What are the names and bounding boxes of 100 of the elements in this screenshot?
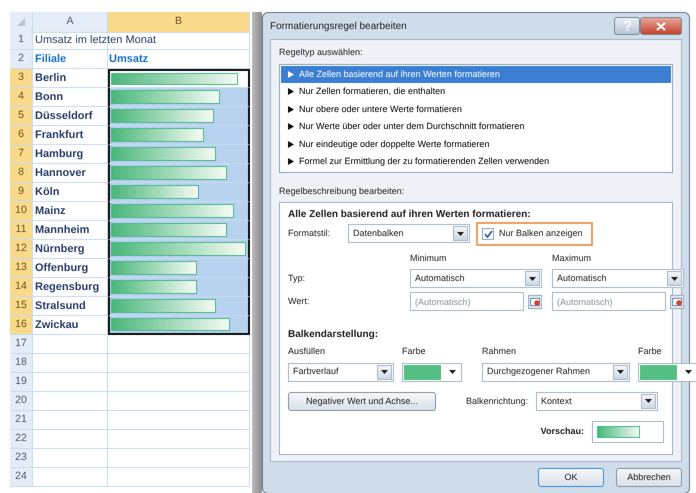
checkbox[interactable] <box>482 228 494 240</box>
row-header[interactable]: 2 <box>10 50 33 69</box>
field-label: Farbe <box>402 345 427 358</box>
caret-icon <box>645 399 652 404</box>
table-cell-text: Umsatz <box>109 52 148 67</box>
table-cell-text: Düsseldorf <box>35 108 92 124</box>
type-dropdown[interactable]: Automatisch <box>410 269 542 288</box>
table-cell-text: Mainz <box>35 204 66 219</box>
triangle-icon <box>288 106 294 113</box>
row-header[interactable]: 3 <box>10 69 33 88</box>
list-item[interactable]: Nur obere oder untere Werte formatieren <box>281 100 671 118</box>
table-cell-text: Zwickau <box>35 318 78 333</box>
preview-label: Vorschau: <box>540 425 584 438</box>
color-picker[interactable] <box>402 362 462 382</box>
table-cell-text: Offenburg <box>35 260 88 276</box>
row-header[interactable]: 24 <box>10 468 33 487</box>
triangle-icon <box>288 158 294 166</box>
cancel-button[interactable]: Abbrechen <box>616 468 682 487</box>
triangle-icon <box>288 123 294 130</box>
table-cell-text: Hamburg <box>35 146 84 162</box>
column-heading: Maximum <box>552 252 592 264</box>
caret-icon <box>381 370 388 374</box>
row-header[interactable]: 15 <box>10 297 33 316</box>
row-header[interactable]: 17 <box>10 335 33 354</box>
row-header[interactable]: 11 <box>10 221 33 240</box>
row-header[interactable]: 20 <box>10 392 33 411</box>
window-title: Formatierungsregel bearbeiten <box>270 20 407 34</box>
list-item[interactable]: Alle Zellen basierend auf ihren Werten formatieren <box>281 66 671 83</box>
caret-icon <box>617 370 624 374</box>
range-picker-icon[interactable] <box>670 294 684 310</box>
caret-icon <box>685 370 692 374</box>
close-icon <box>656 22 666 30</box>
field-label: Balkenrichtung: <box>466 394 528 408</box>
row-header[interactable]: 21 <box>10 411 33 430</box>
table-cell-text: Köln <box>35 184 60 200</box>
caret-icon <box>457 232 464 236</box>
row-header[interactable]: 22 <box>10 430 33 449</box>
caret-icon <box>529 276 536 280</box>
row-header[interactable]: 18 <box>10 354 33 373</box>
row-header[interactable]: 8 <box>10 164 33 183</box>
table-cell-text: Nürnberg <box>35 242 84 257</box>
section-heading: Alle Zellen basierend auf ihren Werten formatieren: <box>288 208 532 222</box>
row-header[interactable]: 1 <box>10 31 33 50</box>
table-cell-text: Regensburg <box>35 280 100 295</box>
field-label: Typ: <box>288 272 306 285</box>
field-label: Formatstil: <box>288 227 332 240</box>
field-label: Wert: <box>288 294 310 308</box>
row-header[interactable]: 19 <box>10 373 33 392</box>
table-cell-text: Berlin <box>35 70 66 86</box>
table-cell-text: Bonn <box>35 90 64 105</box>
column-header[interactable]: B <box>108 12 250 33</box>
row-header[interactable]: 16 <box>10 316 33 335</box>
section-heading: Balkendarstellung: <box>288 328 380 342</box>
row-header[interactable]: 5 <box>10 107 33 126</box>
checkbox-label: Nur Balken anzeigen <box>499 227 583 240</box>
table-cell-text: Mannheim <box>35 222 90 238</box>
triangle-icon <box>288 70 294 78</box>
caret-icon <box>449 370 456 374</box>
type-dropdown[interactable]: Automatisch <box>552 269 684 288</box>
row-header[interactable]: 14 <box>10 278 33 297</box>
row-header[interactable]: 9 <box>10 183 33 202</box>
list-item[interactable]: Formel zur Ermittlung der zu formatierenden Zellen verwenden <box>281 153 671 170</box>
row-header[interactable]: 7 <box>10 145 33 164</box>
fill-dropdown[interactable]: Farbverlauf <box>288 362 394 382</box>
row-header[interactable]: 12 <box>10 240 33 259</box>
ok-button[interactable]: OK <box>538 468 604 487</box>
direction-dropdown[interactable]: Kontext <box>536 392 658 411</box>
close-button[interactable] <box>640 17 682 35</box>
range-picker-icon[interactable] <box>528 294 542 310</box>
list-item[interactable]: Nur eindeutige oder doppelte Werte formatieren <box>281 136 671 153</box>
field-label: Ausfüllen <box>288 345 326 358</box>
section-label: Regeltyp auswählen: <box>279 46 364 59</box>
list-item[interactable]: Nur Zellen formatieren, die enthalten <box>281 83 671 100</box>
column-header[interactable]: A <box>33 12 108 33</box>
column-heading: Minimum <box>410 252 448 264</box>
section-label: Regelbeschreibung bearbeiten: <box>279 184 406 198</box>
border-dropdown[interactable]: Durchgezogener Rahmen <box>482 362 630 382</box>
table-cell-text: Filiale <box>35 52 66 67</box>
caret-icon <box>671 276 678 280</box>
row-header[interactable]: 6 <box>10 126 33 145</box>
field-label: Rahmen <box>482 345 518 358</box>
table-cell-text: Stralsund <box>35 298 86 314</box>
row-header[interactable]: 23 <box>10 449 33 468</box>
table-cell-text: Hannover <box>35 166 86 181</box>
row-header[interactable]: 10 <box>10 202 33 221</box>
negative-value-button[interactable]: Negativer Wert und Achse... <box>288 392 436 411</box>
list-item[interactable]: Nur Werte über oder unter dem Durchschnitt formatieren <box>281 118 671 136</box>
sheet-title: Umsatz im letzten Monat <box>35 32 156 48</box>
preview-bar <box>597 426 640 438</box>
check-icon <box>484 230 492 238</box>
select-all-icon <box>17 18 25 26</box>
triangle-icon <box>288 88 294 96</box>
color-picker[interactable] <box>638 362 696 382</box>
row-header[interactable]: 13 <box>10 259 33 278</box>
help-icon <box>624 21 630 31</box>
style-dropdown[interactable]: Datenbalken <box>348 224 470 244</box>
help-button[interactable] <box>614 17 640 35</box>
triangle-icon <box>288 140 294 148</box>
row-header[interactable]: 4 <box>10 88 33 107</box>
field-label: Farbe <box>638 345 663 358</box>
